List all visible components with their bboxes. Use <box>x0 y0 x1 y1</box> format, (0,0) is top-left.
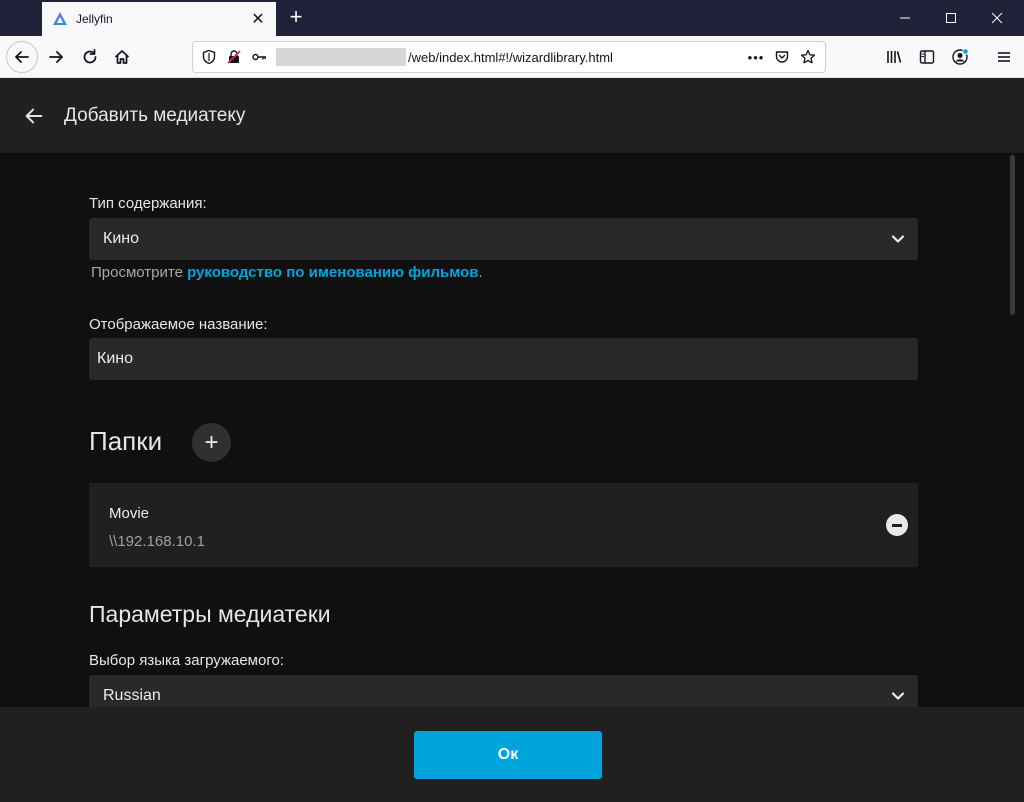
close-window-icon[interactable] <box>974 0 1020 36</box>
tab-title: Jellyfin <box>76 12 113 26</box>
display-name-field[interactable]: Кино <box>89 338 918 380</box>
jellyfin-logo-icon <box>52 11 68 27</box>
url-redacted <box>276 48 406 66</box>
shield-icon[interactable] <box>200 48 218 66</box>
library-icon[interactable] <box>882 45 906 69</box>
insecure-connection-icon[interactable] <box>225 48 243 66</box>
display-name-label: Отображаемое название: <box>89 316 268 333</box>
page-title: Добавить медиатеку <box>64 104 246 126</box>
tab-bar: Jellyfin ✕ + <box>0 0 1024 36</box>
folders-heading: Папки <box>89 426 163 456</box>
metadata-language-label: Выбор языка загружаемого: <box>89 652 284 669</box>
naming-guide-link[interactable]: руководство по именованию фильмов <box>187 264 478 281</box>
account-icon[interactable] <box>948 45 972 69</box>
address-bar[interactable]: /web/index.html#!/wizardlibrary.html ••• <box>192 41 826 73</box>
display-name-value: Кино <box>97 350 133 367</box>
chevron-down-icon <box>888 686 908 706</box>
hint-prefix: Просмотрите <box>91 264 188 281</box>
menu-icon[interactable] <box>992 45 1016 69</box>
tab-close-icon[interactable]: ✕ <box>246 7 270 31</box>
url-text[interactable]: /web/index.html#!/wizardlibrary.html <box>408 50 743 65</box>
hint-suffix: . <box>478 264 483 281</box>
folder-name: Movie <box>109 505 150 522</box>
back-button[interactable] <box>6 41 38 73</box>
add-folder-button[interactable]: + <box>192 423 231 462</box>
scrollbar-thumb[interactable] <box>1010 155 1015 315</box>
remove-folder-icon[interactable] <box>886 514 908 536</box>
tab-jellyfin[interactable]: Jellyfin ✕ <box>42 2 276 36</box>
key-icon[interactable] <box>250 48 268 66</box>
reload-button[interactable] <box>74 41 106 73</box>
bookmark-star-icon[interactable] <box>795 44 821 70</box>
metadata-language-value: Russian <box>103 687 161 704</box>
navigation-toolbar: /web/index.html#!/wizardlibrary.html ••• <box>0 36 1024 78</box>
content-type-value: Кино <box>103 230 139 247</box>
naming-guide-hint: Просмотрите руководство по именованию фи… <box>91 264 483 281</box>
chevron-down-icon <box>888 229 908 249</box>
forward-button[interactable] <box>40 41 72 73</box>
app-header: Добавить медиатеку <box>0 78 1024 153</box>
back-arrow-icon[interactable] <box>22 104 46 128</box>
wizard-content: Тип содержания: Кино Просмотрите руковод… <box>0 153 1007 707</box>
folder-item[interactable]: Movie \\192.168.10.1 <box>89 483 918 567</box>
minimize-icon[interactable] <box>882 0 928 36</box>
pocket-icon[interactable] <box>769 44 795 70</box>
content-type-label: Тип содержания: <box>89 195 207 212</box>
folder-path: \\192.168.10.1 <box>109 533 205 550</box>
library-options-heading: Параметры медиатеки <box>89 601 331 627</box>
home-button[interactable] <box>106 41 138 73</box>
ok-button[interactable]: Ок <box>414 731 602 779</box>
browser-window: Jellyfin ✕ + /web/index.html#!/wizardlib… <box>0 0 1024 802</box>
metadata-language-select[interactable]: Russian <box>89 675 918 707</box>
wizard-footer: Ок <box>0 707 1024 802</box>
new-tab-button[interactable]: + <box>284 6 308 30</box>
maximize-icon[interactable] <box>928 0 974 36</box>
content-type-select[interactable]: Кино <box>89 218 918 260</box>
sidebar-icon[interactable] <box>915 45 939 69</box>
page-actions-icon[interactable]: ••• <box>743 44 769 70</box>
